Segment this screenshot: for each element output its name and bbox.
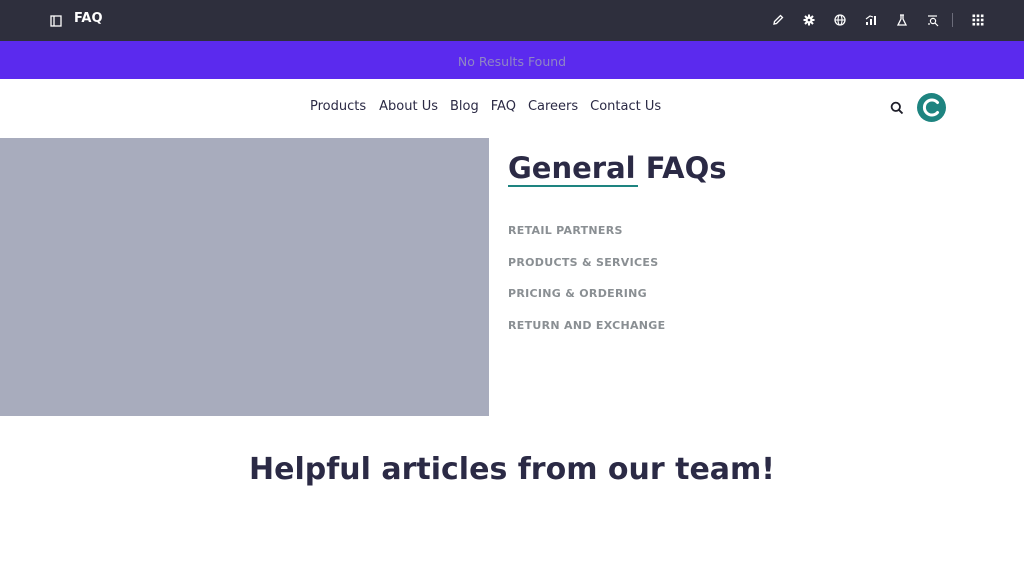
nav-link-careers[interactable]: Careers <box>528 99 578 114</box>
chart-icon[interactable] <box>863 12 879 28</box>
apps-grid-icon[interactable] <box>970 12 986 28</box>
notification-banner: No Results Found <box>0 41 1024 79</box>
toolbar-divider <box>952 13 953 27</box>
search-list-icon[interactable] <box>925 12 941 28</box>
faq-category-retail-partners[interactable]: RETAIL PARTNERS <box>508 224 665 256</box>
nav-links: Products About Us Blog FAQ Careers Conta… <box>310 99 661 114</box>
faq-hero-image <box>0 138 489 416</box>
gear-icon[interactable] <box>801 12 817 28</box>
site-navbar: Products About Us Blog FAQ Careers Conta… <box>0 79 1024 138</box>
top-bar: FAQ <box>0 0 1024 41</box>
search-icon[interactable] <box>889 100 905 116</box>
nav-link-contact-us[interactable]: Contact Us <box>590 99 661 114</box>
faq-category-pricing-ordering[interactable]: PRICING & ORDERING <box>508 287 665 319</box>
avatar[interactable] <box>917 93 946 122</box>
page-title: FAQ <box>74 11 103 26</box>
nav-link-about-us[interactable]: About Us <box>379 99 438 114</box>
faq-category-return-exchange[interactable]: RETURN AND EXCHANGE <box>508 319 665 351</box>
pencil-icon[interactable] <box>770 12 786 28</box>
flask-icon[interactable] <box>894 12 910 28</box>
sidebar-toggle-icon[interactable] <box>49 13 63 27</box>
articles-heading: Helpful articles from our team! <box>249 452 775 487</box>
globe-icon[interactable] <box>832 12 848 28</box>
banner-text: No Results Found <box>457 54 567 69</box>
faq-category-products-services[interactable]: PRODUCTS & SERVICES <box>508 256 665 288</box>
title-underline <box>508 185 638 187</box>
faq-section-title: General FAQs <box>508 151 727 185</box>
faq-category-list: RETAIL PARTNERS PRODUCTS & SERVICES PRIC… <box>508 224 665 351</box>
nav-link-products[interactable]: Products <box>310 99 366 114</box>
nav-link-faq[interactable]: FAQ <box>491 99 516 114</box>
nav-link-blog[interactable]: Blog <box>450 99 479 114</box>
